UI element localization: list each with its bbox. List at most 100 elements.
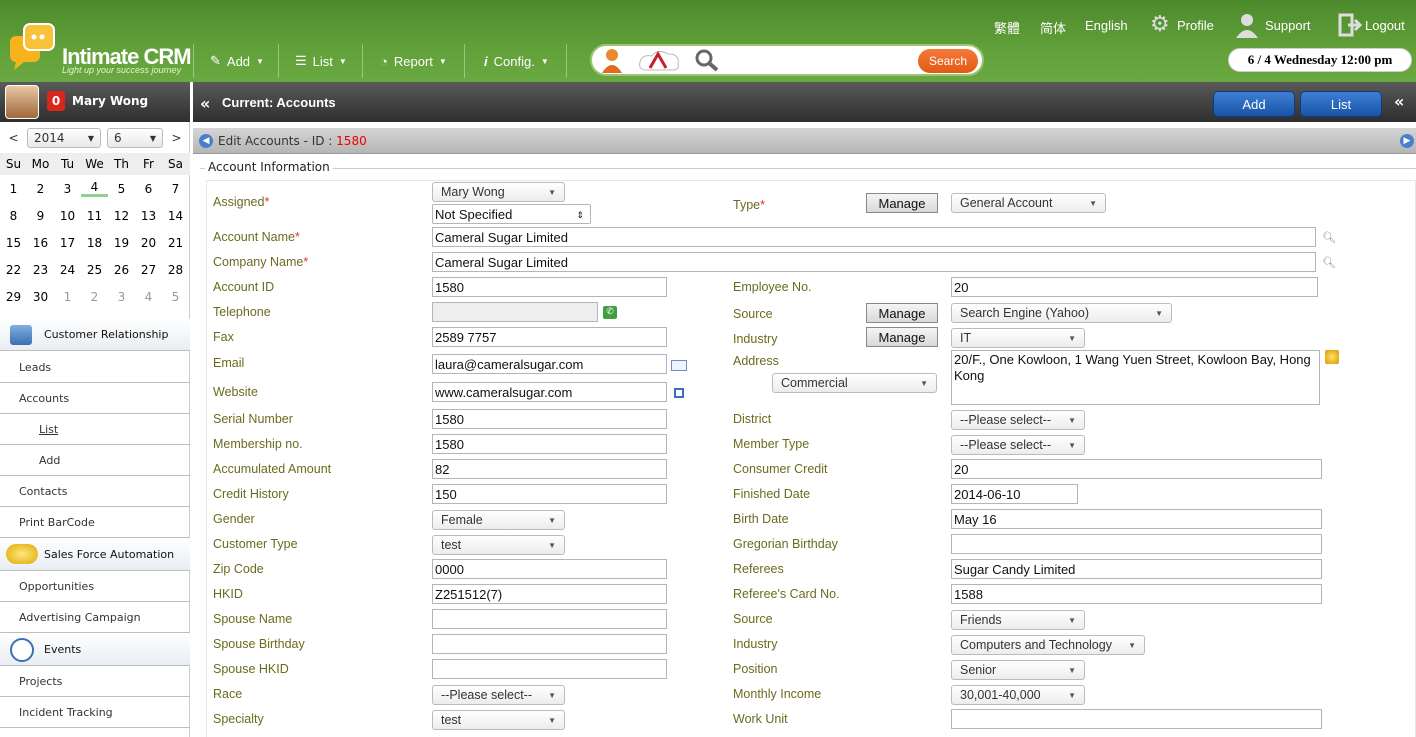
phone-icon[interactable]: ✆ [603, 306, 617, 319]
user-icon[interactable] [1234, 12, 1260, 38]
sidebar-item-print-barcode[interactable]: Print BarCode [0, 507, 190, 538]
menu-list[interactable]: ☰ List ▼ [295, 44, 347, 78]
calendar-day[interactable]: 13 [135, 209, 162, 223]
gear-icon[interactable]: ⚙ [1150, 14, 1174, 38]
calendar-day[interactable]: 17 [54, 236, 81, 250]
finished-date-input[interactable]: 2014-06-10 [951, 484, 1078, 504]
calendar-day[interactable]: 28 [162, 263, 189, 277]
calendar-day[interactable]: 2 [27, 182, 54, 196]
calendar-prev-button[interactable]: < [0, 131, 27, 145]
sidebar-item-incident-tracking[interactable]: Incident Tracking [0, 697, 190, 728]
gender-select[interactable]: Female ▼ [432, 510, 565, 530]
membership-input[interactable]: 1580 [432, 434, 667, 454]
type-manage-button[interactable]: Manage [866, 193, 938, 213]
source-manage-button[interactable]: Manage [866, 303, 938, 323]
company-name-input[interactable]: Cameral Sugar Limited [432, 252, 1316, 272]
calendar-day[interactable]: 21 [162, 236, 189, 250]
notification-badge[interactable]: 0 [47, 91, 65, 111]
district-select[interactable]: --Please select-- ▼ [951, 410, 1085, 430]
customer-type-select[interactable]: test ▼ [432, 535, 565, 555]
calendar-day[interactable]: 16 [27, 236, 54, 250]
gregorian-birthday-input[interactable] [951, 534, 1322, 554]
calendar-day[interactable]: 3 [108, 290, 135, 304]
lang-simplified-chinese[interactable]: 简体 [1040, 18, 1066, 37]
calendar-day[interactable]: 6 [135, 182, 162, 196]
add-button[interactable]: Add [1213, 91, 1295, 117]
sidebar-customer-relationship[interactable]: Customer Relationship [0, 319, 190, 351]
source-select[interactable]: Search Engine (Yahoo) ▼ [951, 303, 1172, 323]
industry2-select[interactable]: Computers and Technology ▼ [951, 635, 1145, 655]
calendar-day[interactable]: 5 [108, 182, 135, 196]
calendar-day[interactable]: 19 [108, 236, 135, 250]
cloud-phone-icon[interactable] [636, 46, 684, 74]
calendar-day[interactable]: 4 [81, 180, 108, 197]
mail-icon[interactable] [671, 360, 687, 371]
account-id-input[interactable]: 1580 [432, 277, 667, 297]
calendar-day[interactable]: 12 [108, 209, 135, 223]
serial-number-input[interactable]: 1580 [432, 409, 667, 429]
spouse-hkid-input[interactable] [432, 659, 667, 679]
map-pin-icon[interactable] [1325, 350, 1339, 364]
logout-link[interactable]: Logout [1365, 18, 1405, 33]
logo-icon[interactable] [8, 22, 58, 72]
credit-history-input[interactable]: 150 [432, 484, 667, 504]
calendar-day[interactable]: 14 [162, 209, 189, 223]
menu-config[interactable]: i Config. ▼ [484, 44, 549, 78]
assigned-sub-select[interactable]: Not Specified ⇕ [432, 204, 591, 224]
calendar-day[interactable]: 26 [108, 263, 135, 277]
collapse-left-icon[interactable]: « [200, 94, 210, 113]
external-link-icon[interactable] [674, 388, 684, 398]
calendar-day[interactable]: 11 [81, 209, 108, 223]
list-button[interactable]: List [1300, 91, 1382, 117]
calendar-day[interactable]: 7 [162, 182, 189, 196]
menu-report[interactable]: ◔ Report ▼ [380, 44, 447, 78]
magnifier-icon[interactable]: 🔍︎ [1322, 256, 1336, 269]
member-type-select[interactable]: --Please select-- ▼ [951, 435, 1085, 455]
sidebar-item-accounts-add[interactable]: Add [0, 445, 190, 476]
industry-select[interactable]: IT ▼ [951, 328, 1085, 348]
calendar-day[interactable]: 30 [27, 290, 54, 304]
sidebar-item-accounts[interactable]: Accounts [0, 383, 190, 414]
calendar-day[interactable]: 18 [81, 236, 108, 250]
spouse-name-input[interactable] [432, 609, 667, 629]
calendar-month-select[interactable]: 6 ▼ [107, 128, 163, 148]
source2-select[interactable]: Friends ▼ [951, 610, 1085, 630]
calendar-day[interactable]: 3 [54, 182, 81, 196]
arrow-left-icon[interactable]: ◀ [199, 134, 213, 148]
website-input[interactable]: www.cameralsugar.com [432, 382, 667, 402]
search-input[interactable] [724, 50, 914, 70]
lang-english[interactable]: English [1085, 18, 1128, 33]
calendar-day[interactable]: 27 [135, 263, 162, 277]
telephone-input[interactable] [432, 302, 598, 322]
address-type-select[interactable]: Commercial ▼ [772, 373, 937, 393]
accumulated-amount-input[interactable]: 82 [432, 459, 667, 479]
lang-traditional-chinese[interactable]: 繁體 [994, 18, 1020, 37]
address-textarea[interactable]: 20/F., One Kowloon, 1 Wang Yuen Street, … [951, 350, 1320, 405]
sidebar-events[interactable]: Events [0, 633, 190, 666]
avatar[interactable] [5, 85, 39, 119]
sidebar-item-contacts[interactable]: Contacts [0, 476, 190, 507]
magnifier-icon[interactable] [694, 48, 720, 72]
magnifier-icon[interactable]: 🔍︎ [1322, 231, 1336, 244]
employee-no-input[interactable]: 20 [951, 277, 1318, 297]
work-unit-input[interactable] [951, 709, 1322, 729]
sidebar-sales-force-automation[interactable]: Sales Force Automation [0, 538, 190, 571]
calendar-day[interactable]: 20 [135, 236, 162, 250]
email-input[interactable]: laura@cameralsugar.com [432, 354, 667, 374]
spouse-birthday-input[interactable] [432, 634, 667, 654]
calendar-day[interactable]: 9 [27, 209, 54, 223]
calendar-day[interactable]: 10 [54, 209, 81, 223]
calendar-day[interactable]: 1 [0, 182, 27, 196]
calendar-day[interactable]: 8 [0, 209, 27, 223]
specialty-select[interactable]: test ▼ [432, 710, 565, 730]
birth-date-input[interactable]: May 16 [951, 509, 1322, 529]
collapse-right-icon[interactable]: « [1394, 92, 1404, 111]
search-button[interactable]: Search [918, 49, 978, 73]
calendar-day[interactable]: 22 [0, 263, 27, 277]
menu-add[interactable]: ✎ Add ▼ [210, 44, 264, 78]
fax-input[interactable]: 2589 7757 [432, 327, 667, 347]
logout-icon[interactable] [1338, 13, 1363, 37]
calendar-day[interactable]: 4 [135, 290, 162, 304]
type-select[interactable]: General Account ▼ [951, 193, 1106, 213]
sidebar-item-accounts-list[interactable]: List [0, 414, 190, 445]
